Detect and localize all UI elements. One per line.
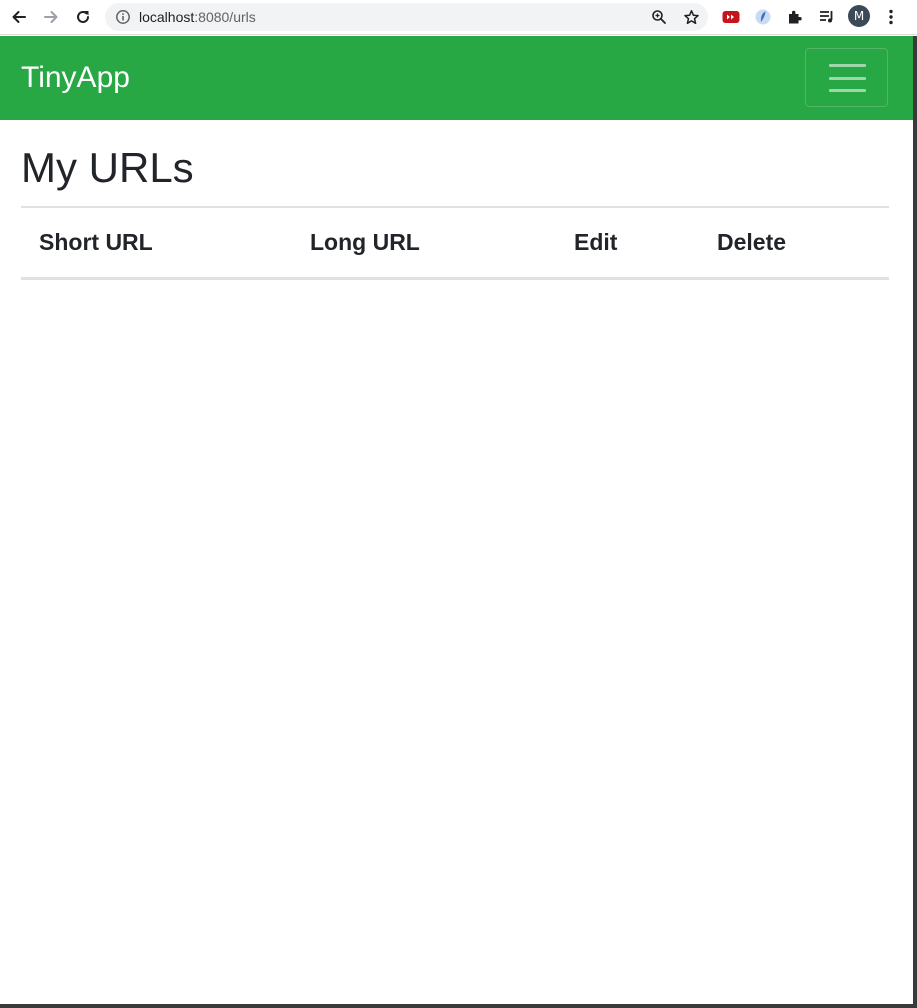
- hamburger-bar: [829, 77, 866, 80]
- column-header-long-url: Long URL: [310, 228, 420, 255]
- browser-toolbar: localhost:8080/urls M: [0, 0, 917, 35]
- window-edge: [913, 36, 917, 1008]
- media-control-button[interactable]: [816, 6, 838, 28]
- zoom-icon: [652, 10, 666, 24]
- feather-extension-button[interactable]: [752, 6, 774, 28]
- hamburger-bar: [829, 64, 866, 67]
- url-path: :8080/urls: [194, 9, 256, 25]
- arrow-left-icon: [12, 11, 26, 23]
- window-edge: [0, 1004, 917, 1008]
- playlist-icon: [820, 11, 833, 23]
- youtube-extension-button[interactable]: [720, 6, 742, 28]
- navbar: TinyApp: [0, 36, 913, 120]
- star-icon: [683, 9, 699, 24]
- extensions-button[interactable]: [784, 6, 806, 28]
- urls-table: Short URL Long URL Edit Delete: [21, 206, 889, 280]
- more-vertical-icon: [889, 9, 893, 25]
- profile-initial: M: [853, 9, 865, 23]
- page-title: My URLs: [21, 144, 194, 191]
- column-header-delete: Delete: [717, 228, 787, 255]
- zoom-button[interactable]: [650, 8, 668, 26]
- address-bar[interactable]: localhost:8080/urls: [105, 3, 708, 31]
- reload-icon: [77, 10, 89, 23]
- hamburger-bar: [829, 89, 866, 92]
- profile-avatar[interactable]: M: [848, 5, 870, 27]
- info-icon[interactable]: [115, 9, 131, 25]
- navbar-toggle-button[interactable]: [805, 48, 888, 107]
- back-button[interactable]: [6, 4, 32, 30]
- url-host: localhost: [139, 9, 195, 25]
- video-extension-icon: [722, 11, 740, 23]
- column-header-edit: Edit: [574, 228, 618, 255]
- puzzle-icon: [789, 10, 802, 24]
- reload-button[interactable]: [70, 4, 96, 30]
- arrow-right-icon: [44, 11, 58, 23]
- url-text[interactable]: localhost:8080/urls: [139, 9, 256, 25]
- browser-menu-button[interactable]: [878, 4, 904, 30]
- column-header-short-url: Short URL: [39, 228, 153, 255]
- feather-extension-icon: [755, 9, 771, 25]
- navbar-brand[interactable]: TinyApp: [21, 61, 130, 95]
- forward-button[interactable]: [38, 4, 64, 30]
- bookmark-button[interactable]: [682, 8, 700, 26]
- table-header-row: Short URL Long URL Edit Delete: [21, 207, 889, 278]
